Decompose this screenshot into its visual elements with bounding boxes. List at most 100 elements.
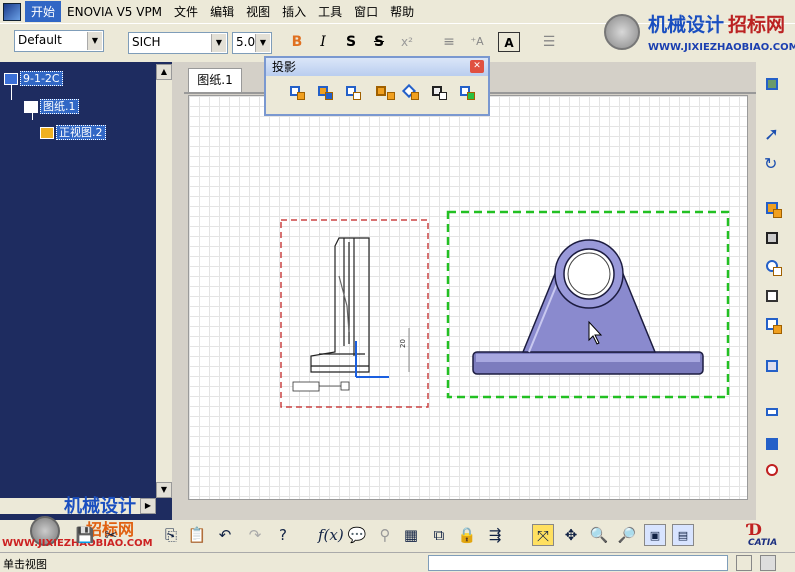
filter-icon[interactable]: ⇶ [484,524,506,546]
text-frame-icon[interactable]: ⁺A [466,32,488,52]
gear-icon [604,14,640,50]
scroll-up-icon[interactable]: ▲ [156,64,172,80]
drawing-svg: 20 [280,210,730,408]
projection-panel[interactable]: 投影 ✕ [264,56,490,116]
tree-vertical-scrollbar[interactable]: ▲ ▼ [156,64,172,498]
watermark-top: 机械设计 招标网 WWW.JIXIEZHAOBIAO.COM [600,8,795,60]
paste-icon[interactable]: 📋 [186,524,208,546]
update-icon[interactable]: ↻ [764,154,786,176]
pan-icon[interactable]: ✥ [560,524,582,546]
watermark-url: WWW.JIXIEZHAOBIAO.COM [648,42,795,53]
panel-icon[interactable] [736,555,752,571]
italic-button[interactable]: I [312,32,334,52]
unfolded-view-icon[interactable] [314,82,336,104]
status-bar: 单击视图 [0,552,795,572]
text-border-icon[interactable]: A [498,32,520,52]
table-icon[interactable] [764,436,786,458]
tree-structure-icon[interactable]: ⧉ [428,524,450,546]
lock-icon[interactable]: 🔒 [456,524,478,546]
multi-view-icon[interactable]: ▤ [672,524,694,546]
drawing-canvas[interactable]: 20 [188,95,748,500]
underline-button[interactable]: S [340,32,362,52]
chevron-down-icon[interactable]: ▼ [87,32,102,50]
save-icon[interactable]: 💾 [74,524,96,546]
view-label-box [340,381,350,391]
fit-all-icon[interactable]: ⤧ [532,524,554,546]
font-size-value: 5.0 [236,35,256,49]
sheet-3d-icon[interactable] [764,76,786,98]
bold-button[interactable]: B [286,32,308,52]
detail-view-icon[interactable] [764,258,786,280]
catia-logo-text: CATIA [748,538,778,548]
watermark-title: 机械设计 [64,496,136,517]
panel-icon[interactable] [760,555,776,571]
superscript-button[interactable]: x² [396,32,418,52]
knowledge-icon[interactable]: ⚲ [374,524,396,546]
cut-icon[interactable]: ✂ [100,524,122,546]
help-icon[interactable]: ? [272,524,294,546]
projection-view-icon[interactable] [372,82,395,104]
menu-file[interactable]: 文件 [168,1,204,22]
view-from-3d-icon[interactable] [342,82,364,104]
tree-node-front-view[interactable]: 正视图.2 [40,124,106,140]
tree-node-drawing[interactable]: 9-1-2C [4,71,63,86]
zoom-in-icon[interactable]: 🔍 [588,524,610,546]
align-icon[interactable]: ≡ [438,32,460,52]
table-icon[interactable]: ▦ [400,524,422,546]
formula-icon[interactable]: f(x) [318,524,344,546]
front-view-icon[interactable] [286,82,308,104]
tab-sheet-1[interactable]: 图纸.1 [188,68,242,92]
dress-up-icon[interactable] [764,462,786,484]
select-arrow-icon[interactable]: ➚ [764,124,786,146]
ds-logo-icon: Ɗ [748,520,762,539]
auxiliary-view-icon[interactable] [400,82,422,104]
zoom-out-icon[interactable]: 🔎 [616,524,638,546]
right-toolbar: ➚ ↻ [756,62,795,522]
chevron-down-icon[interactable]: ▼ [255,34,270,52]
tree-node-label: 图纸.1 [40,99,79,114]
menu-window[interactable]: 窗口 [348,1,384,22]
side-view-part [310,237,370,373]
catia-logo: Ɗ CATIA [744,520,792,550]
menu-enovia[interactable]: ENOVIA V5 VPM [61,3,168,21]
tree-node-sheet[interactable]: 图纸.1 [24,98,79,114]
menu-help[interactable]: 帮助 [384,1,420,22]
front-view-icon[interactable] [764,200,786,222]
copy-icon[interactable]: ⎘ [160,524,182,546]
menu-start[interactable]: 开始 [25,1,62,22]
justify-icon[interactable]: ☰ [538,32,560,52]
front-view-part [472,239,704,375]
comment-icon[interactable]: 💬 [346,524,368,546]
advanced-front-view-icon[interactable] [456,82,478,104]
strikethrough-button[interactable]: S [368,32,390,52]
font-size-select[interactable]: 5.0 ▼ [232,32,272,54]
menu-insert[interactable]: 插入 [276,1,312,22]
specification-tree[interactable]: 9-1-2C 图纸.1 正视图.2 [0,62,172,522]
redo-icon[interactable]: ↷ [244,524,266,546]
section-view-icon[interactable] [764,230,786,252]
undo-icon[interactable]: ↶ [214,524,236,546]
style-select[interactable]: Default ▼ [14,30,104,52]
dimension-icon[interactable] [764,406,786,428]
menu-tools[interactable]: 工具 [312,1,348,22]
sheet-icon [24,101,38,113]
status-text: 单击视图 [3,558,47,571]
bottom-toolbar: 机械设计 招标网 WWW.JIXIEZHAOBIAO.COM 💾 ✂ ⎘ 📋 ↶… [0,496,795,552]
generation-icon[interactable] [764,358,786,380]
app-icon[interactable] [3,2,21,21]
style-select-value: Default [18,33,62,47]
chevron-down-icon[interactable]: ▼ [211,34,226,52]
clipping-view-icon[interactable] [764,288,786,310]
menu-view[interactable]: 视图 [240,1,276,22]
dimension-text: 20 [399,339,407,348]
menu-edit[interactable]: 编辑 [204,1,240,22]
drawing-icon [4,73,18,85]
close-icon[interactable]: ✕ [470,60,484,73]
broken-view-icon[interactable] [764,316,786,338]
font-select-value: SICH [132,35,161,49]
font-select[interactable]: SICH ▼ [128,32,228,54]
command-input[interactable] [428,555,728,571]
projection-panel-titlebar[interactable]: 投影 ✕ [266,58,488,76]
isometric-view-icon[interactable] [428,82,450,104]
normal-view-icon[interactable]: ▣ [644,524,666,546]
